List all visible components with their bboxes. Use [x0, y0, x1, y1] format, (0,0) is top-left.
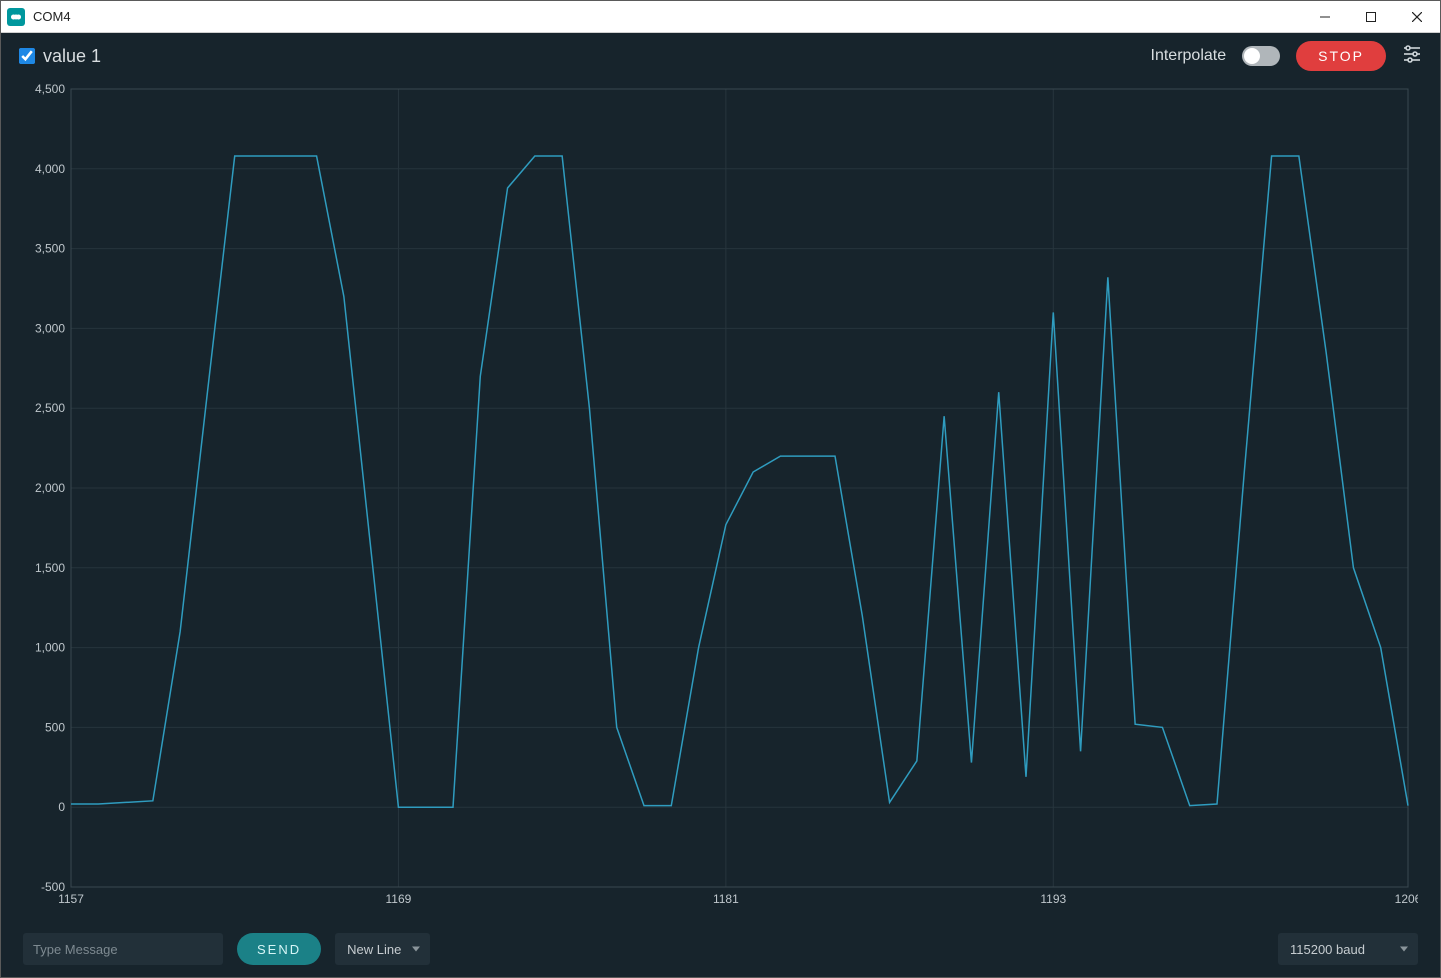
svg-text:1157: 1157	[58, 892, 84, 906]
interpolate-label: Interpolate	[1151, 47, 1227, 65]
series-label: value 1	[43, 46, 101, 67]
message-input[interactable]	[23, 933, 223, 965]
window-title: COM4	[33, 9, 71, 24]
svg-text:4,000: 4,000	[35, 162, 65, 176]
stop-button[interactable]: STOP	[1296, 41, 1386, 71]
svg-text:1181: 1181	[713, 892, 739, 906]
svg-text:4,500: 4,500	[35, 83, 65, 96]
svg-text:1,500: 1,500	[35, 561, 65, 575]
svg-text:500: 500	[45, 720, 65, 734]
svg-text:1193: 1193	[1040, 892, 1066, 906]
svg-text:1206: 1206	[1395, 892, 1418, 906]
titlebar: COM4	[1, 1, 1440, 33]
settings-icon[interactable]	[1402, 45, 1422, 68]
svg-text:2,500: 2,500	[35, 401, 65, 415]
svg-text:2,000: 2,000	[35, 481, 65, 495]
svg-text:0: 0	[58, 800, 65, 814]
series-legend[interactable]: value 1	[19, 46, 101, 67]
close-button[interactable]	[1394, 1, 1440, 33]
plot-svg: -50005001,0001,5002,0002,5003,0003,5004,…	[23, 83, 1418, 913]
svg-text:1,000: 1,000	[35, 641, 65, 655]
baud-select[interactable]: 115200 baud	[1278, 933, 1418, 965]
svg-text:3,500: 3,500	[35, 242, 65, 256]
svg-text:3,000: 3,000	[35, 321, 65, 335]
send-button[interactable]: SEND	[237, 933, 321, 965]
svg-text:1169: 1169	[386, 892, 412, 906]
minimize-button[interactable]	[1302, 1, 1348, 33]
app-icon	[7, 8, 25, 26]
plot-area: -50005001,0001,5002,0002,5003,0003,5004,…	[1, 79, 1440, 921]
maximize-button[interactable]	[1348, 1, 1394, 33]
series-checkbox[interactable]	[19, 48, 35, 64]
interpolate-toggle[interactable]	[1242, 46, 1280, 66]
line-ending-select[interactable]: New Line	[335, 933, 430, 965]
